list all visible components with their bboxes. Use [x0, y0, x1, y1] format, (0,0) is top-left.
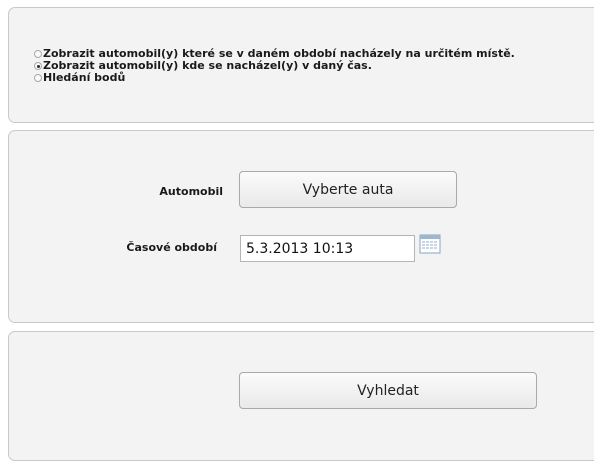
car-label: Automobil	[159, 185, 223, 198]
mode-option-points[interactable]: Hledání bodů	[34, 72, 515, 84]
calendar-icon[interactable]	[419, 234, 441, 254]
mode-label-points: Hledání bodů	[43, 71, 126, 84]
action-panel: Vyhledat	[8, 331, 594, 461]
search-mode-panel: Zobrazit automobil(y) které se v daném o…	[8, 7, 594, 123]
mode-radio-time[interactable]	[34, 62, 42, 70]
period-input[interactable]	[240, 235, 415, 262]
filter-panel: Automobil Vyberte auta Časové období	[8, 130, 594, 323]
mode-radio-area[interactable]	[34, 50, 42, 58]
search-mode-radio-group: Zobrazit automobil(y) které se v daném o…	[34, 48, 515, 84]
search-button[interactable]: Vyhledat	[239, 372, 537, 409]
mode-radio-points[interactable]	[34, 74, 42, 82]
period-label: Časové období	[126, 241, 217, 254]
select-cars-button[interactable]: Vyberte auta	[239, 171, 457, 208]
